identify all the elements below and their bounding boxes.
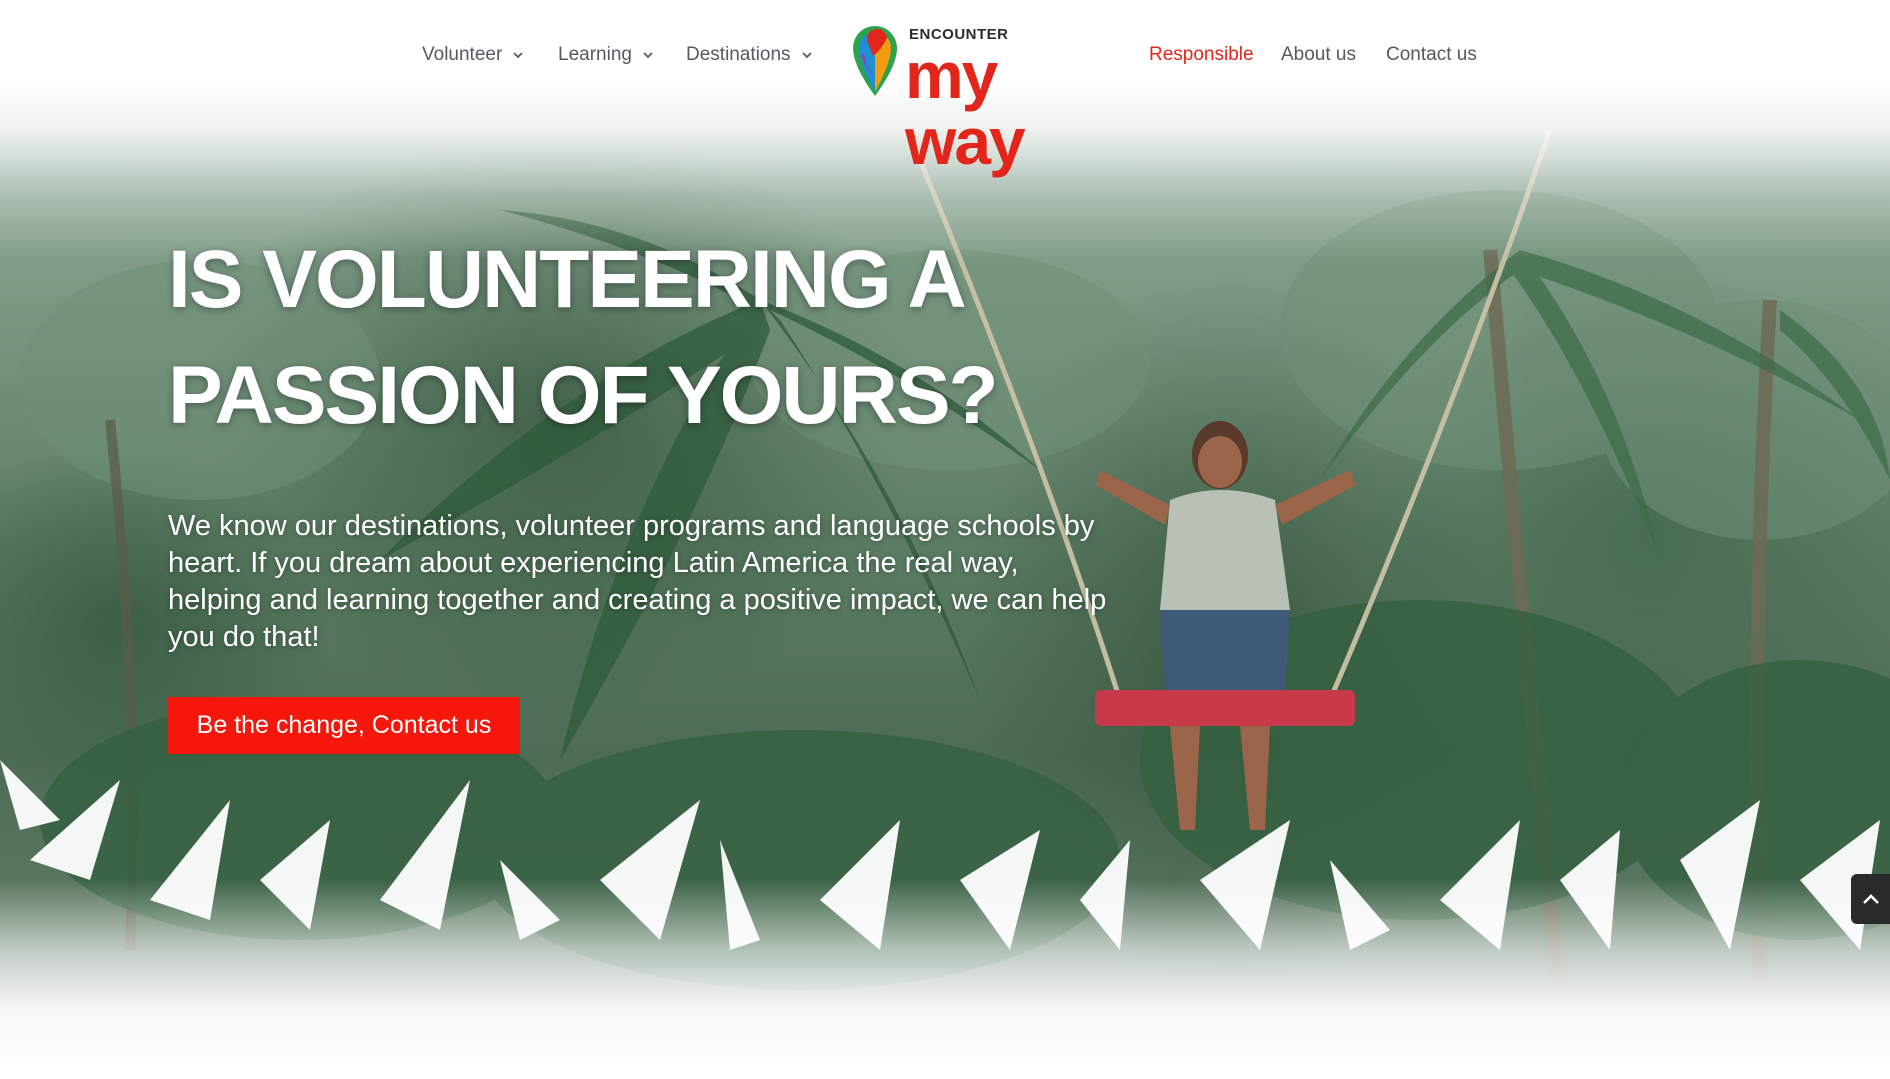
bottom-brush-fade bbox=[0, 879, 1890, 1079]
hero-intro: We know our destinations, volunteer prog… bbox=[168, 510, 1107, 653]
nav-item-destinations[interactable]: Destinations bbox=[686, 44, 813, 66]
nav-item-label: Destinations bbox=[686, 44, 791, 65]
nav-item-label: Contact us bbox=[1386, 44, 1477, 65]
chevron-down-icon bbox=[801, 52, 812, 59]
hero-headline: IS VOLUNTEERING A PASSION OF YOURS? bbox=[168, 234, 999, 441]
logo-main-text: my way bbox=[905, 38, 1026, 178]
nav-item-about[interactable]: About us bbox=[1281, 44, 1356, 66]
site-logo[interactable]: ENCOUNTER my way bbox=[843, 12, 1123, 174]
scroll-to-top-button[interactable] bbox=[1851, 874, 1890, 924]
nav-item-volunteer[interactable]: Volunteer bbox=[422, 44, 524, 66]
nav-item-label: About us bbox=[1281, 44, 1356, 65]
nav-item-contact[interactable]: Contact us bbox=[1386, 44, 1477, 66]
nav-item-label: Learning bbox=[558, 44, 632, 65]
nav-item-learning[interactable]: Learning bbox=[558, 44, 654, 66]
nav-item-responsible[interactable]: Responsible bbox=[1149, 44, 1254, 66]
main-navigation: Volunteer Learning Destinations ENCOUNTE… bbox=[0, 0, 1890, 174]
colorful-pin-icon bbox=[853, 26, 897, 96]
contact-cta-button[interactable]: Be the change, Contact us bbox=[168, 697, 520, 754]
chevron-up-icon bbox=[1862, 894, 1879, 904]
nav-item-label: Volunteer bbox=[422, 44, 503, 65]
chevron-down-icon bbox=[513, 52, 523, 59]
chevron-down-icon bbox=[643, 52, 653, 59]
nav-item-label: Responsible bbox=[1149, 44, 1254, 65]
